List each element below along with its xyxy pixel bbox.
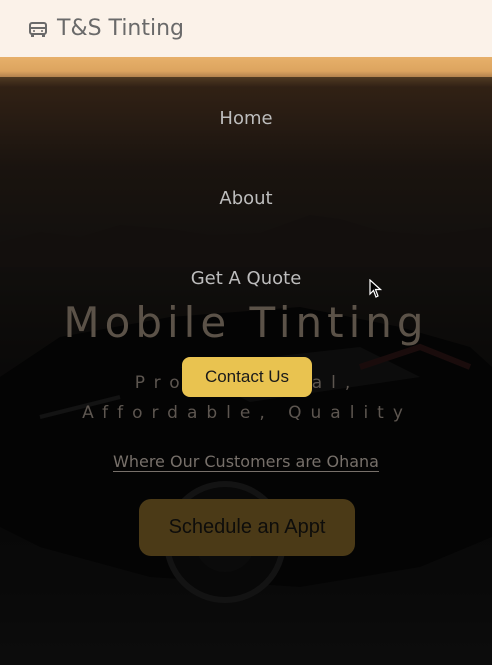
hero-tagline: Where Our Customers are Ohana xyxy=(0,452,492,472)
schedule-appointment-button[interactable]: Schedule an Appt xyxy=(139,499,355,556)
nav-item-about[interactable]: About xyxy=(0,188,492,209)
car-icon[interactable] xyxy=(28,19,48,39)
contact-us-button[interactable]: Contact Us xyxy=(182,357,312,397)
brand-name[interactable]: T&S Tinting xyxy=(57,16,184,41)
nav-item-get-a-quote[interactable]: Get A Quote xyxy=(0,268,492,289)
site-header: T&S Tinting xyxy=(0,0,492,57)
mouse-cursor-icon xyxy=(369,279,383,298)
nav-item-home[interactable]: Home xyxy=(0,108,492,129)
tagline-text: Where Our Customers are Ohana xyxy=(113,452,379,472)
hero-title: Mobile Tinting xyxy=(63,298,429,347)
